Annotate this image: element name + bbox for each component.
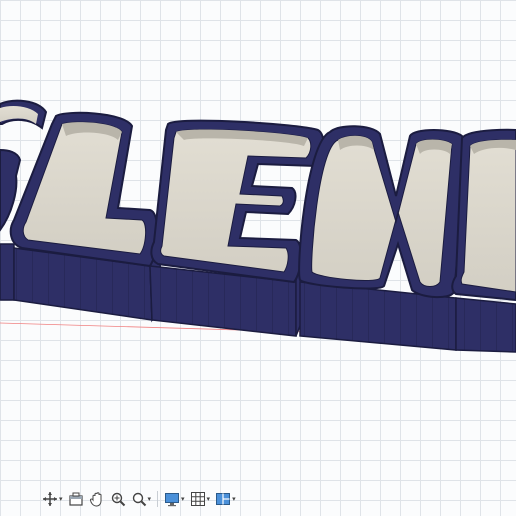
fit-icon	[132, 492, 146, 507]
grid-snaps-menu-caret[interactable]: ▾	[207, 495, 211, 503]
fit-menu-caret[interactable]: ▾	[148, 495, 152, 503]
letter-l[interactable]	[9, 111, 165, 323]
zoom-icon	[111, 492, 125, 507]
viewports-icon	[216, 493, 231, 505]
3d-viewport[interactable]: ▾ ▾ ▾ ▾ ▾	[0, 0, 516, 516]
pan-button[interactable]	[87, 488, 107, 510]
display-settings-menu-caret[interactable]: ▾	[181, 495, 185, 503]
navigation-toolbar: ▾ ▾ ▾ ▾ ▾	[40, 487, 238, 511]
model-scene[interactable]	[0, 0, 516, 516]
letter-n[interactable]	[298, 125, 470, 351]
orbit-icon	[43, 492, 57, 506]
look-at-button[interactable]	[66, 488, 86, 510]
fit-button[interactable]: ▾	[129, 488, 154, 510]
display-settings-button[interactable]: ▾	[162, 488, 187, 510]
letter-a[interactable]	[451, 128, 516, 353]
letter-e[interactable]	[149, 119, 325, 337]
viewports-button[interactable]: ▾	[213, 488, 238, 510]
toolbar-separator	[157, 491, 159, 507]
grid-snaps-icon	[190, 492, 205, 506]
display-settings-icon	[165, 493, 180, 507]
look-at-icon	[68, 492, 83, 506]
orbit-menu-caret[interactable]: ▾	[59, 495, 63, 503]
pan-icon	[89, 492, 102, 507]
orbit-button[interactable]: ▾	[40, 488, 65, 510]
zoom-button[interactable]	[108, 488, 128, 510]
viewports-menu-caret[interactable]: ▾	[232, 495, 236, 503]
grid-snaps-button[interactable]: ▾	[188, 488, 213, 510]
